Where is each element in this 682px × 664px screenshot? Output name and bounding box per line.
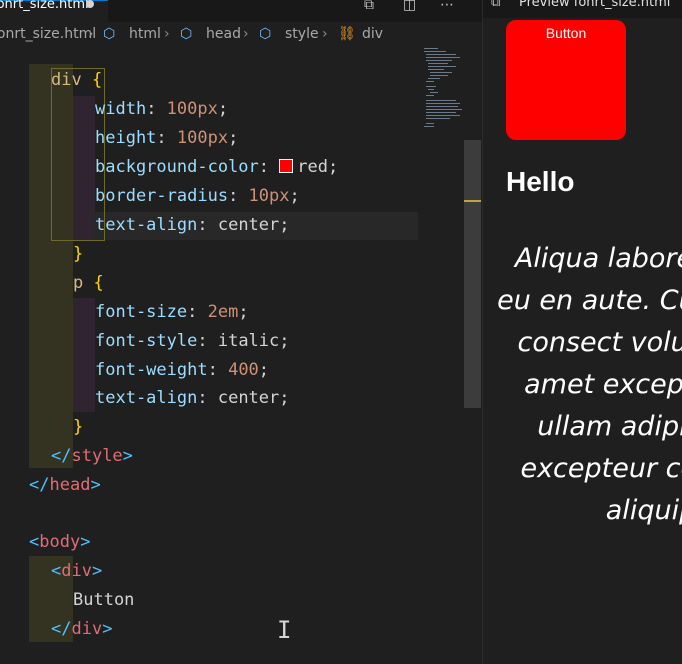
code-line: font-style: italic;: [95, 331, 290, 351]
more-icon[interactable]: ⋯: [440, 0, 454, 13]
code-line: text-align: center;: [95, 388, 290, 408]
preview-tab[interactable]: ⧉ Preview fonrt_size.html: [483, 0, 682, 18]
code-line: </style>: [51, 446, 133, 466]
preview-red-box: Button: [506, 20, 626, 140]
code-line: <div>: [51, 561, 103, 581]
code-line: Button: [73, 590, 135, 610]
code-line: }: [73, 244, 84, 264]
code-line: background-color: red;: [95, 157, 339, 177]
preview-heading: Hello: [506, 166, 575, 197]
code-line: </div>: [51, 619, 113, 639]
preview-paragraph: Aliqua labore dolore eu en aute. Cupid s…: [497, 243, 682, 526]
code-line: p {: [73, 273, 104, 293]
code-line: border-radius: 10px;: [95, 186, 300, 206]
indent-guide: [73, 298, 95, 412]
vertical-scrollbar[interactable]: [464, 140, 481, 408]
preview-pane: ⧉ Preview fonrt_size.html Button Hello A…: [482, 0, 682, 664]
code-line: <body>: [29, 532, 91, 552]
code-line: font-weight: 400;: [95, 360, 270, 380]
code-line: text-align: center;: [95, 215, 290, 235]
code-line: </head>: [29, 475, 101, 495]
color-swatch-icon[interactable]: [279, 159, 294, 173]
mouse-ibeam-cursor-icon: I: [277, 616, 292, 644]
preview-tab-label: Preview fonrt_size.html: [519, 0, 671, 10]
preview-icon: ⧉: [491, 0, 501, 10]
code-line: div {: [51, 70, 103, 90]
code-line: }: [73, 417, 84, 437]
indent-guide: [29, 556, 51, 642]
indent-guide: [29, 64, 51, 468]
code-line: font-size: 2em;: [95, 302, 249, 322]
minimap[interactable]: [420, 46, 464, 146]
code-area[interactable]: div { width: 100px; height: 100px; backg…: [0, 0, 420, 664]
editor-pane: fonrt_size.html ⧉ ◫ ⋯ fonrt_size.html › …: [0, 0, 482, 664]
scrollbar-position-marker: [464, 200, 481, 202]
